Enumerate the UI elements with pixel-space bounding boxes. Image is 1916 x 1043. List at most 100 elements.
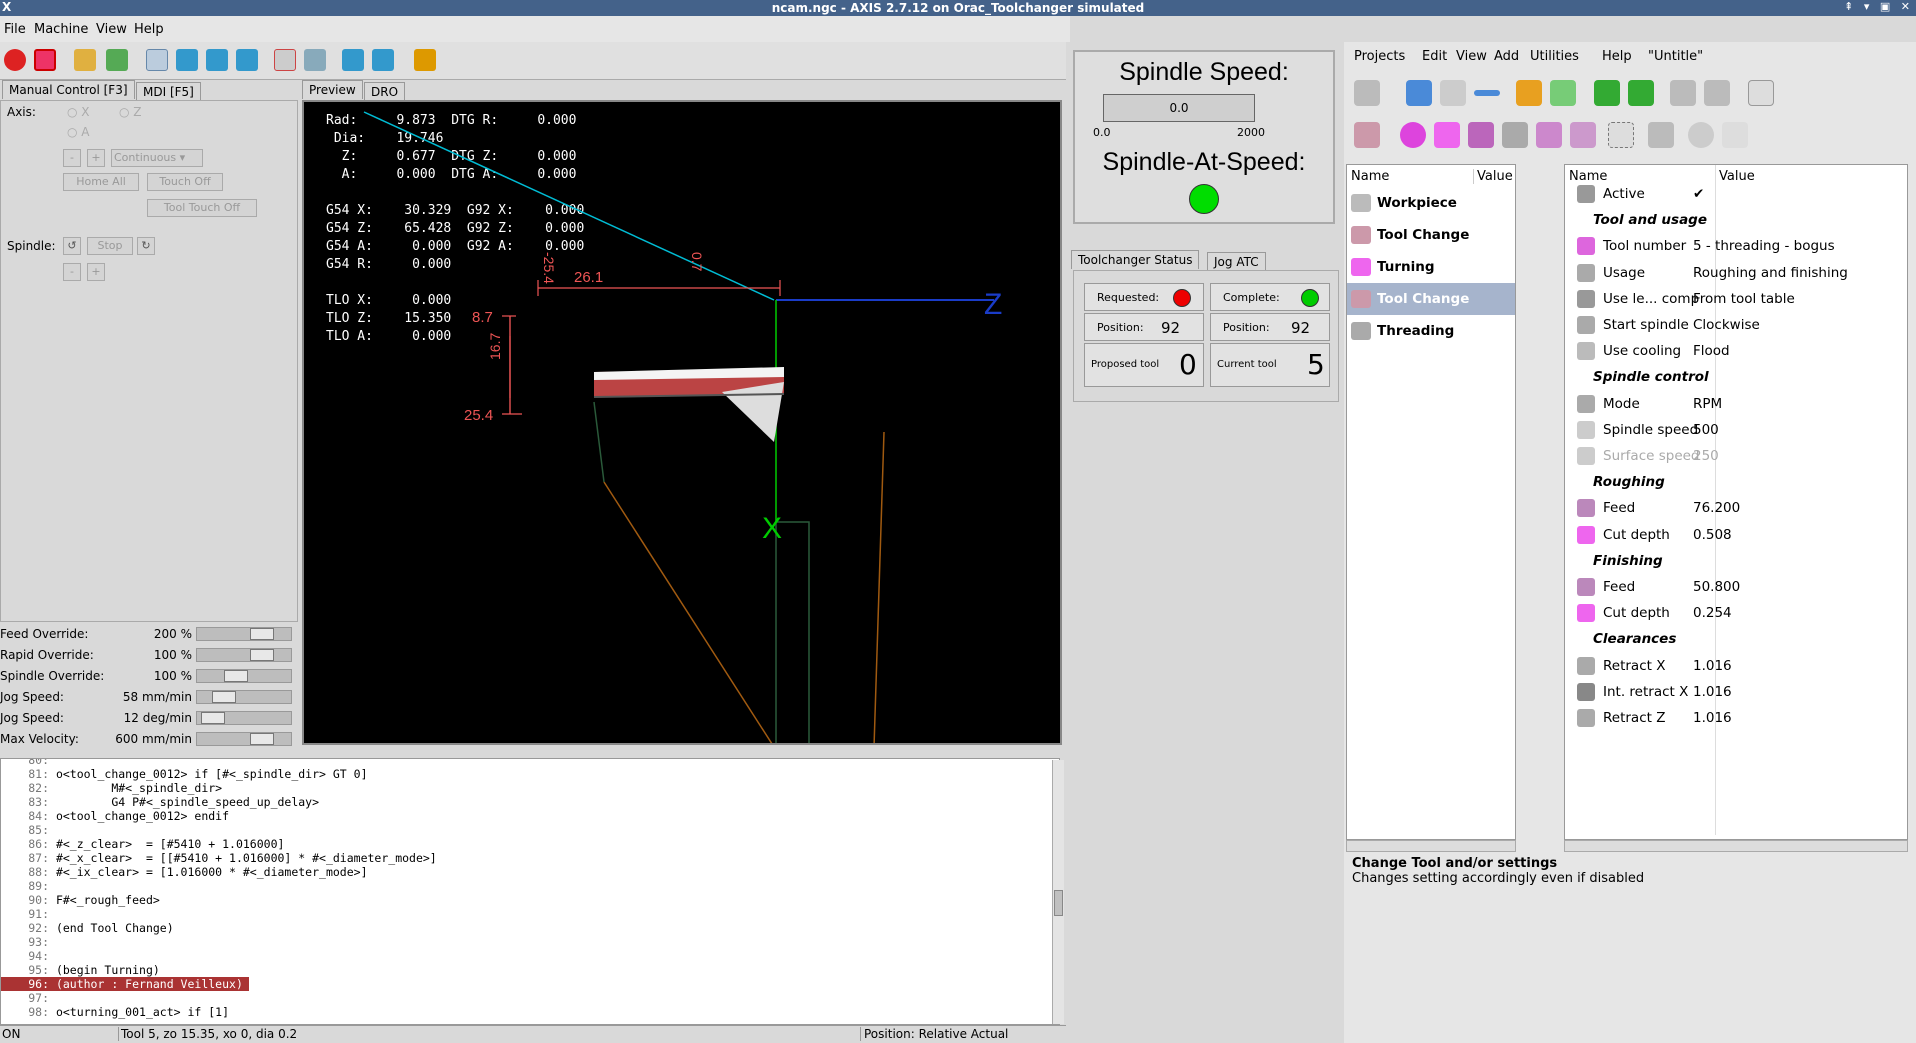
- gcode-icon[interactable]: [1688, 122, 1714, 148]
- menu-help[interactable]: Help: [134, 22, 164, 37]
- ncam-menu-projects[interactable]: Projects: [1354, 49, 1405, 64]
- tab-toolchanger-status[interactable]: Toolchanger Status: [1071, 250, 1200, 269]
- gcode-line[interactable]: 86: #<_z_clear> = [#5410 + 1.016000]: [1, 837, 1051, 851]
- override-slider[interactable]: [196, 648, 292, 662]
- props-hscrollbar[interactable]: [1564, 840, 1908, 852]
- tree-hscrollbar[interactable]: [1346, 840, 1516, 852]
- property-value[interactable]: 76.200: [1693, 495, 1740, 521]
- ncam-menu-view[interactable]: View: [1456, 49, 1487, 64]
- menu-view[interactable]: View: [96, 22, 127, 37]
- gcode-scroll-thumb[interactable]: [1054, 890, 1063, 916]
- gcode-line[interactable]: 87: #<_x_clear> = [[#5410 + 1.016000] * …: [1, 851, 1051, 865]
- move-up-icon[interactable]: [1594, 80, 1620, 106]
- property-value[interactable]: From tool table: [1693, 286, 1795, 312]
- step-icon[interactable]: [176, 49, 198, 71]
- override-slider[interactable]: [196, 711, 292, 725]
- clear-plot-icon[interactable]: [414, 49, 436, 71]
- property-value[interactable]: ✔: [1693, 181, 1704, 207]
- pause-icon[interactable]: [206, 49, 228, 71]
- gcode-line[interactable]: 81: o<tool_change_0012> if [#<_spindle_d…: [1, 767, 1051, 781]
- property-value[interactable]: 250: [1693, 443, 1719, 469]
- optional-stop-icon[interactable]: [304, 49, 326, 71]
- power-icon[interactable]: [34, 49, 56, 71]
- reload-icon[interactable]: [106, 49, 128, 71]
- selection-icon[interactable]: [1608, 122, 1634, 148]
- property-value[interactable]: Roughing and finishing: [1693, 260, 1848, 286]
- boring-icon[interactable]: [1502, 122, 1528, 148]
- spindle-minus-button[interactable]: -: [63, 263, 81, 281]
- property-value[interactable]: 50.800: [1693, 574, 1740, 600]
- axis-radio-z[interactable]: ○ Z: [119, 105, 142, 119]
- ncam-menu-help[interactable]: Help: [1602, 49, 1632, 64]
- open-file-icon[interactable]: [74, 49, 96, 71]
- gcode-scrollbar[interactable]: [1052, 760, 1064, 1024]
- property-value[interactable]: RPM: [1693, 391, 1722, 417]
- indent-icon[interactable]: [1670, 80, 1696, 106]
- slider-thumb[interactable]: [212, 691, 236, 703]
- stop-icon[interactable]: [236, 49, 258, 71]
- property-row[interactable]: Retract X 1.016: [1565, 653, 1907, 679]
- tab-preview[interactable]: Preview: [302, 80, 363, 99]
- property-row[interactable]: Retract Z 1.016: [1565, 705, 1907, 731]
- override-slider[interactable]: [196, 627, 292, 641]
- settings-icon[interactable]: [1354, 80, 1380, 106]
- property-row[interactable]: Feed 50.800: [1565, 574, 1907, 600]
- property-row[interactable]: Spindle speed 500: [1565, 417, 1907, 443]
- zoom-in-icon[interactable]: [342, 49, 364, 71]
- zoom-out-icon[interactable]: [372, 49, 394, 71]
- property-value[interactable]: Flood: [1693, 338, 1730, 364]
- spindle-plus-button[interactable]: +: [87, 263, 105, 281]
- touch-off-button[interactable]: Touch Off: [147, 173, 223, 191]
- property-row[interactable]: Start spindle Clockwise: [1565, 312, 1907, 338]
- slider-thumb[interactable]: [250, 628, 274, 640]
- gcode-line[interactable]: 94:: [1, 949, 1051, 963]
- slider-thumb[interactable]: [250, 649, 274, 661]
- slider-thumb[interactable]: [201, 712, 225, 724]
- tree-item[interactable]: Tool Change: [1347, 283, 1515, 315]
- gcode-line[interactable]: 88: #<_ix_clear> = [1.016000 * #<_diamet…: [1, 865, 1051, 879]
- gcode-line[interactable]: 89:: [1, 879, 1051, 893]
- property-value[interactable]: Clockwise: [1693, 312, 1760, 338]
- property-row[interactable]: Usage Roughing and finishing: [1565, 260, 1907, 286]
- property-value[interactable]: 500: [1693, 417, 1719, 443]
- gcode-line[interactable]: 97:: [1, 991, 1051, 1005]
- spindle-stop-button[interactable]: Stop: [87, 237, 133, 255]
- grooving-icon[interactable]: [1536, 122, 1562, 148]
- move-down-icon[interactable]: [1628, 80, 1654, 106]
- run-icon[interactable]: [146, 49, 168, 71]
- menu-machine[interactable]: Machine: [34, 22, 88, 37]
- gcode-line[interactable]: 84: o<tool_change_0012> endif: [1, 809, 1051, 823]
- menu-file[interactable]: File: [4, 22, 26, 37]
- override-slider[interactable]: [196, 690, 292, 704]
- maximize-button[interactable]: ▣: [1880, 0, 1890, 13]
- property-row[interactable]: Feed 76.200: [1565, 495, 1907, 521]
- gcode-line[interactable]: 91:: [1, 907, 1051, 921]
- property-row[interactable]: Use le... comp From tool table: [1565, 286, 1907, 312]
- gcode-sub-icon[interactable]: [1722, 122, 1748, 148]
- facing-icon[interactable]: [1434, 122, 1460, 148]
- estop-icon[interactable]: [4, 49, 26, 71]
- redo-icon[interactable]: [1550, 80, 1576, 106]
- slider-thumb[interactable]: [250, 733, 274, 745]
- tab-jog-atc[interactable]: Jog ATC: [1207, 252, 1266, 271]
- gcode-line[interactable]: 82: M#<_spindle_dir>: [1, 781, 1051, 795]
- property-row[interactable]: Surface speed 250: [1565, 443, 1907, 469]
- tab-dro[interactable]: DRO: [364, 82, 406, 101]
- property-row[interactable]: Int. retract X 1.016: [1565, 679, 1907, 705]
- profile-icon[interactable]: [1570, 122, 1596, 148]
- jog-mode-select[interactable]: Continuous ▾: [111, 149, 203, 167]
- override-slider[interactable]: [196, 669, 292, 683]
- property-value[interactable]: 1.016: [1693, 653, 1732, 679]
- threading-icon[interactable]: [1648, 122, 1674, 148]
- property-row[interactable]: Active ✔: [1565, 181, 1907, 207]
- minimize-button[interactable]: ▾: [1864, 0, 1870, 13]
- override-slider[interactable]: [196, 732, 292, 746]
- ncam-menu-edit[interactable]: Edit: [1422, 49, 1447, 64]
- gcode-line[interactable]: 90: F#<_rough_feed>: [1, 893, 1051, 907]
- gcode-line[interactable]: 92: (end Tool Change): [1, 921, 1051, 935]
- property-value[interactable]: 0.254: [1693, 600, 1732, 626]
- ncam-menu-utilities[interactable]: Utilities: [1530, 49, 1579, 64]
- property-value[interactable]: 0.508: [1693, 522, 1732, 548]
- gcode-line[interactable]: 83: G4 P#<_spindle_speed_up_delay>: [1, 795, 1051, 809]
- block-delete-icon[interactable]: [274, 49, 296, 71]
